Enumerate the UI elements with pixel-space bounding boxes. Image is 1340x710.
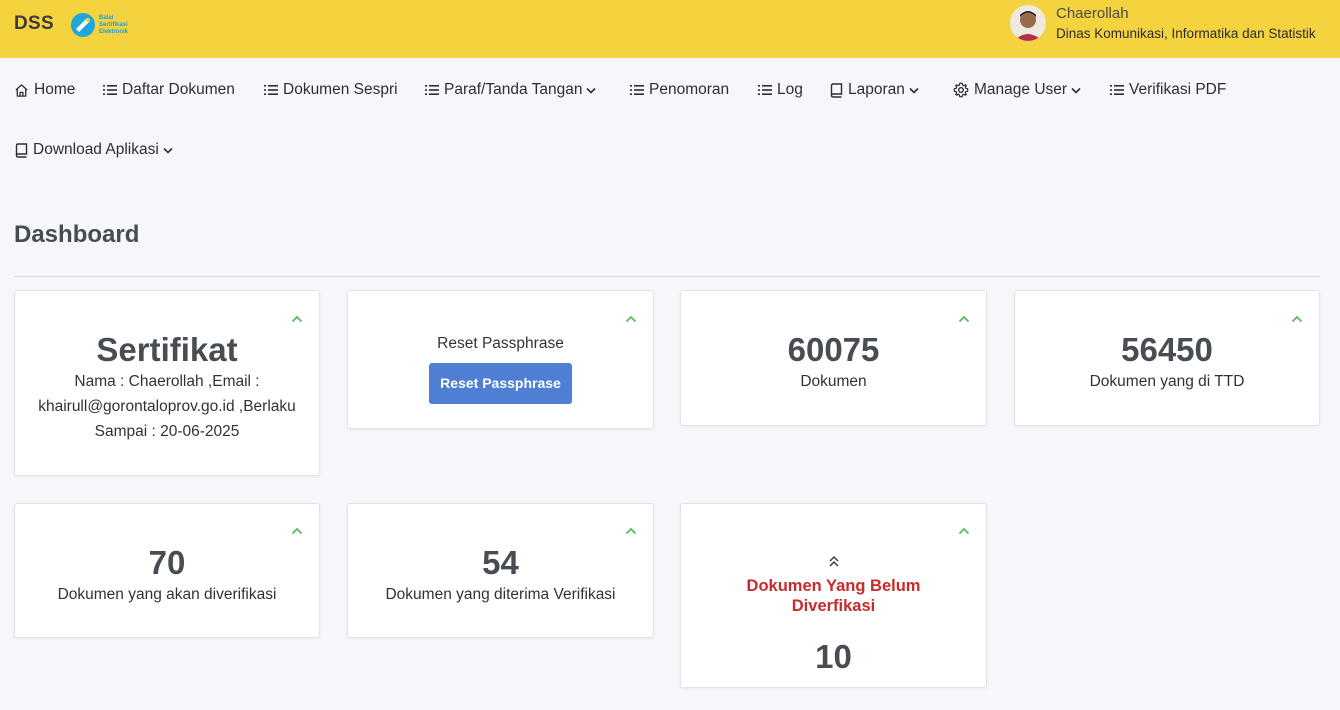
chevron-up-icon	[958, 527, 970, 535]
card-belum-diverifikasi[interactable]: Dokumen Yang Belum Diverfikasi 10	[680, 503, 987, 688]
sertifikat-line: Nama : Chaerollah ,Email :	[74, 373, 260, 390]
user-name: Chaerollah	[1056, 5, 1129, 22]
user-organization: Dinas Komunikasi, Informatika dan Statis…	[1056, 26, 1316, 41]
top-header: DSS Balai Sertifikasi Elektronik Chaerol…	[0, 0, 1340, 58]
card-dokumen-ttd: 56450 Dokumen yang di TTD	[1014, 290, 1320, 426]
collapse-button[interactable]	[625, 522, 637, 540]
chevron-up-icon	[291, 315, 303, 323]
collapse-button[interactable]	[1291, 310, 1303, 328]
bse-logo-icon	[71, 13, 95, 37]
book-icon	[15, 142, 28, 158]
collapse-button[interactable]	[291, 522, 303, 540]
akan-diverifikasi-count: 70	[148, 544, 186, 581]
nav-penomoran[interactable]: Penomoran	[630, 78, 729, 102]
sertifikat-line: khairull@gorontaloprov.go.id ,Berlaku	[38, 398, 296, 415]
dokumen-ttd-label: Dokumen yang di TTD	[1089, 373, 1245, 390]
card-diterima-verifikasi: 54 Dokumen yang diterima Verifikasi	[347, 503, 654, 638]
user-menu[interactable]: Chaerollah Dinas Komunikasi, Informatika…	[1010, 4, 1316, 41]
collapse-button[interactable]	[958, 310, 970, 328]
chevron-down-icon	[1071, 87, 1081, 94]
nav-log[interactable]: Log	[758, 78, 803, 102]
double-chevron-up-icon	[828, 555, 839, 567]
nav-download-aplikasi[interactable]: Download Aplikasi	[15, 138, 173, 162]
nav-dokumen-sespri[interactable]: Dokumen Sespri	[264, 78, 398, 102]
nav-home[interactable]: Home	[14, 78, 75, 102]
belum-diverifikasi-label: Diverfikasi	[791, 597, 876, 615]
chevron-up-icon	[625, 527, 637, 535]
dokumen-ttd-count: 56450	[1121, 331, 1213, 368]
card-reset-passphrase: Reset Passphrase Reset Passphrase	[347, 290, 654, 429]
avatar-icon	[1010, 5, 1046, 41]
reset-passphrase-label: Reset Passphrase	[437, 335, 564, 352]
belum-diverifikasi-label: Dokumen Yang Belum	[746, 577, 921, 595]
reset-passphrase-button[interactable]: Reset Passphrase	[429, 363, 572, 404]
nav-laporan[interactable]: Laporan	[830, 78, 919, 102]
double-chevron-up-wrap	[681, 554, 986, 570]
card-akan-diverifikasi: 70 Dokumen yang akan diverifikasi	[14, 503, 320, 638]
chevron-up-icon	[625, 315, 637, 323]
chevron-down-icon	[909, 87, 919, 94]
dokumen-count: 60075	[787, 331, 880, 368]
diterima-verifikasi-label: Dokumen yang diterima Verifikasi	[385, 586, 616, 603]
chevron-up-icon	[291, 527, 303, 535]
brand-title[interactable]: DSS	[14, 13, 54, 35]
list-icon	[630, 85, 644, 95]
collapse-button[interactable]	[958, 522, 970, 540]
card-dokumen: 60075 Dokumen	[680, 290, 987, 426]
page-title: Dashboard	[14, 221, 140, 248]
list-icon	[758, 85, 772, 95]
diterima-verifikasi-count: 54	[482, 544, 519, 581]
list-icon	[425, 85, 439, 95]
chevron-down-icon	[586, 87, 597, 94]
chevron-down-icon	[163, 147, 173, 154]
nav-daftar-dokumen[interactable]: Daftar Dokumen	[103, 78, 235, 102]
chevron-up-icon	[958, 315, 970, 323]
akan-diverifikasi-label: Dokumen yang akan diverifikasi	[57, 586, 277, 603]
avatar[interactable]	[1010, 5, 1046, 41]
bse-logo-text: Balai Sertifikasi Elektronik	[99, 14, 129, 35]
list-icon	[1110, 85, 1124, 95]
card-sertifikat: Sertifikat Nama : Chaerollah ,Email : kh…	[14, 290, 320, 476]
sertifikat-title: Sertifikat	[96, 331, 238, 368]
nav-manage-user[interactable]: Manage User	[953, 78, 1081, 102]
sertifikat-line: Sampai : 20-06-2025	[94, 423, 240, 440]
nav-paraf-tanda-tangan[interactable]: Paraf/Tanda Tangan	[425, 78, 597, 102]
dokumen-label: Dokumen	[800, 373, 867, 390]
belum-diverifikasi-count: 10	[815, 638, 852, 675]
gear-icon	[953, 82, 969, 98]
collapse-button[interactable]	[625, 310, 637, 328]
chevron-up-icon	[1291, 315, 1303, 323]
nav-verifikasi-pdf[interactable]: Verifikasi PDF	[1110, 78, 1226, 102]
collapse-button[interactable]	[291, 310, 303, 328]
list-icon	[264, 85, 278, 95]
home-icon	[15, 83, 28, 97]
list-icon	[103, 85, 117, 95]
book-icon	[830, 82, 843, 98]
divider	[14, 276, 1320, 277]
bse-logo: Balai Sertifikasi Elektronik	[70, 12, 139, 38]
